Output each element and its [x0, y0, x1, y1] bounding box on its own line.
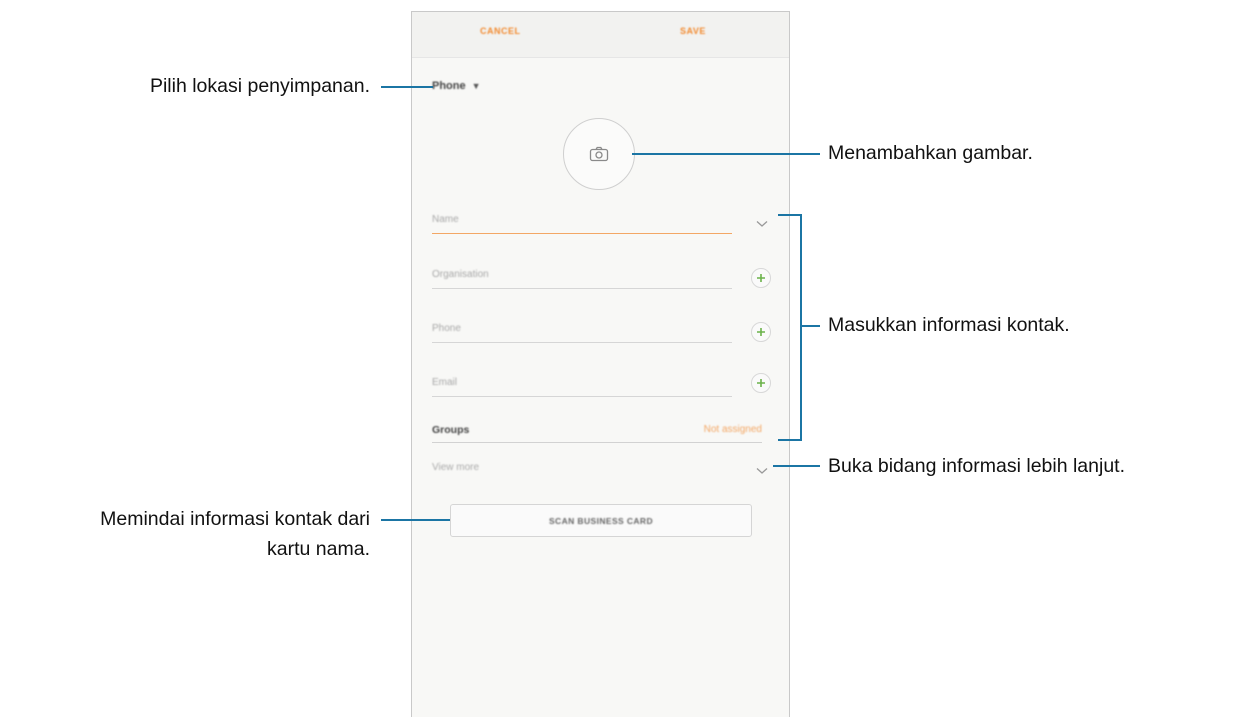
storage-location-dropdown[interactable]: Phone ▼	[432, 80, 481, 92]
phone-input[interactable]	[432, 323, 732, 334]
chevron-down-icon[interactable]	[756, 467, 768, 475]
scan-business-card-button[interactable]: SCAN BUSINESS CARD	[450, 504, 752, 537]
organisation-field[interactable]	[432, 263, 732, 289]
groups-row[interactable]: Groups Not assigned	[432, 417, 762, 443]
storage-callout-line	[381, 86, 433, 88]
email-field[interactable]	[432, 371, 732, 397]
plus-icon	[757, 328, 765, 336]
phone-screen: CANCEL SAVE Phone ▼ Groups	[411, 11, 790, 717]
groups-label: Groups	[432, 424, 470, 436]
image-callout: Menambahkan gambar.	[828, 142, 1033, 164]
more-fields-callout-line	[773, 465, 820, 467]
view-more-link[interactable]: View more	[432, 462, 479, 473]
email-input[interactable]	[432, 377, 732, 388]
plus-icon	[757, 274, 765, 282]
image-callout-line	[632, 153, 820, 155]
more-fields-callout: Buka bidang informasi lebih lanjut.	[828, 455, 1126, 477]
cancel-button[interactable]: CANCEL	[480, 26, 521, 36]
add-email-button[interactable]	[751, 373, 771, 393]
contact-bracket-top	[778, 214, 802, 216]
name-input[interactable]	[432, 214, 732, 225]
contact-bracket-bottom	[778, 439, 802, 441]
storage-callout: Pilih lokasi penyimpanan.	[149, 75, 370, 97]
plus-icon	[757, 379, 765, 387]
contact-info-callout: Masukkan informasi kontak.	[828, 314, 1070, 336]
add-organisation-button[interactable]	[751, 268, 771, 288]
add-phone-button[interactable]	[751, 322, 771, 342]
save-button[interactable]: SAVE	[680, 26, 706, 36]
groups-value: Not assigned	[703, 424, 762, 435]
caret-down-icon: ▼	[471, 81, 481, 91]
add-picture-button[interactable]	[563, 118, 635, 190]
phone-field[interactable]	[432, 317, 732, 343]
organisation-input[interactable]	[432, 269, 732, 280]
chevron-down-icon[interactable]	[756, 220, 768, 228]
scan-business-card-label: SCAN BUSINESS CARD	[548, 515, 654, 526]
scan-callout-line	[381, 519, 450, 521]
contact-callout-line	[802, 325, 820, 327]
scan-callout-line1: Memindai informasi kontak dari	[100, 508, 370, 530]
action-bar: CANCEL SAVE	[412, 12, 789, 58]
contact-bracket-vertical	[800, 214, 802, 441]
scan-callout-line2: kartu nama.	[267, 538, 370, 560]
camera-icon	[589, 146, 609, 162]
storage-location-label: Phone	[432, 80, 466, 92]
name-field[interactable]	[432, 208, 732, 234]
